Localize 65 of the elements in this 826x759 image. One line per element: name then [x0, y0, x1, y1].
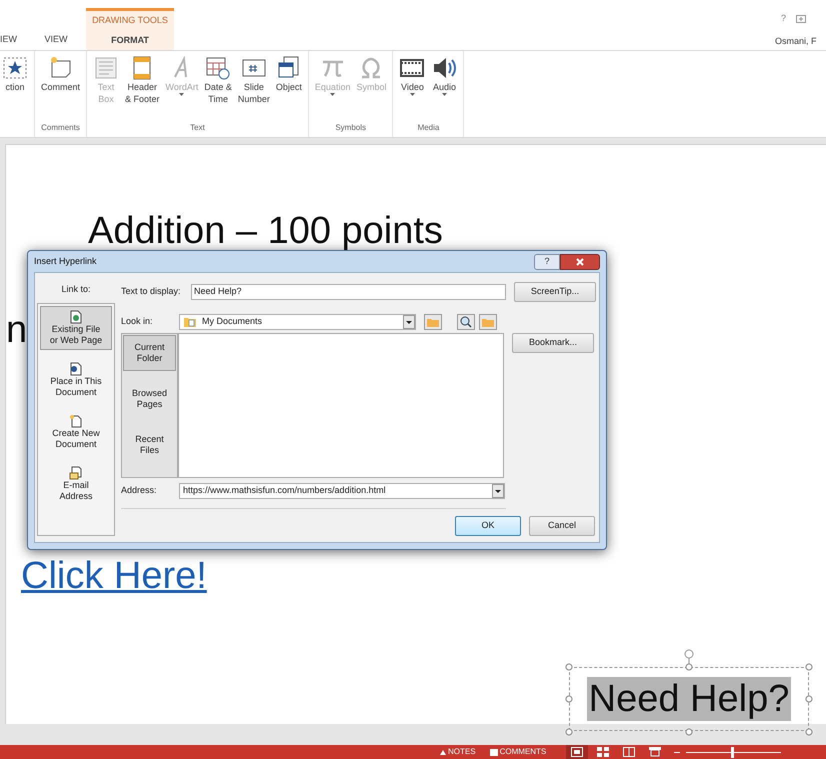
dropdown-value: My Documents	[202, 315, 264, 328]
ribbon-display-icon[interactable]	[796, 14, 806, 23]
folder-icon	[184, 317, 196, 327]
selection-handles-drawing[interactable]	[564, 647, 814, 737]
group-label: Comments	[40, 122, 81, 134]
slide-title: Addition – 100 points	[88, 209, 443, 254]
ribbon-button[interactable]: Comment	[39, 55, 82, 122]
link-to-option[interactable]: Place in This Document	[40, 358, 112, 402]
group-label: Text	[189, 122, 206, 134]
browse-tab[interactable]: Current Folder	[123, 335, 176, 371]
ribbon-button[interactable]: Date & Time	[202, 55, 234, 122]
slide-text: n	[6, 308, 28, 353]
close-icon	[576, 258, 584, 266]
comments-button[interactable]: COMMENTS	[490, 746, 546, 758]
normal-view-icon	[571, 747, 584, 757]
ribbon-button[interactable]: Video	[397, 55, 428, 122]
link-to-option[interactable]: Existing File or Web Page	[40, 306, 112, 350]
text-field[interactable]: Need Help?	[191, 284, 506, 300]
search-web-icon[interactable]	[457, 314, 475, 330]
close-button[interactable]	[560, 254, 600, 270]
dialog-title: Insert Hyperlink	[34, 254, 97, 268]
link-to-label: Link to:	[61, 283, 91, 296]
ribbon-button[interactable]: Audio	[429, 55, 460, 122]
group-label: Symbols	[334, 122, 368, 134]
screentip-button[interactable]: ScreenTip...	[514, 282, 596, 302]
group-label: Media	[416, 122, 440, 134]
zoom-slider-thumb[interactable]	[730, 746, 734, 758]
calendar-clock-icon	[205, 55, 232, 81]
new-document-icon	[69, 414, 83, 428]
address-field[interactable]: https://www.mathsisfun.com/numbers/addition.html	[179, 483, 505, 499]
link-to-option[interactable]: E-mail Address	[40, 462, 112, 506]
link-to-option[interactable]: Create New Document	[40, 410, 112, 454]
projector-icon	[649, 747, 662, 757]
field-label: Look in:	[121, 315, 154, 328]
document-envelope-icon	[69, 466, 83, 480]
help-button[interactable]: ?	[534, 254, 560, 270]
field-label: Text to display:	[121, 285, 182, 298]
bookmark-button[interactable]: Bookmark...	[512, 333, 594, 353]
contextual-header: DRAWING TOOLS	[92, 14, 168, 27]
speaker-icon	[431, 55, 458, 81]
ribbon-tab[interactable]: FORMAT	[111, 34, 149, 47]
cancel-button[interactable]: Cancel	[529, 516, 595, 536]
document-globe-icon	[69, 362, 83, 376]
look-in-dropdown[interactable]: My Documents	[179, 314, 416, 330]
ok-button[interactable]: OK	[455, 516, 521, 536]
browse-tab[interactable]: Recent Files	[123, 427, 176, 463]
book-icon	[623, 747, 636, 757]
text-box[interactable]: Need Help?	[569, 667, 809, 731]
notes-button[interactable]: NOTES	[440, 746, 476, 758]
text-box-text: Need Help?	[586, 677, 792, 721]
view-button[interactable]	[566, 745, 588, 759]
field-label: Address:	[121, 484, 158, 498]
user-name: Osmani, F	[775, 35, 817, 48]
ribbon-tab[interactable]: VIEW	[36, 32, 76, 46]
ribbon-button[interactable]: ction	[0, 55, 30, 137]
document-globe-icon	[69, 310, 83, 324]
browse-tab[interactable]: Browsed Pages	[123, 381, 176, 417]
help-button[interactable]: ?	[780, 12, 786, 26]
grid-icon	[597, 747, 610, 757]
hyperlink[interactable]: Click Here!	[21, 548, 207, 605]
ribbon-button[interactable]: Object	[274, 55, 304, 122]
ribbon-tab[interactable]: IEW	[0, 32, 24, 46]
ribbon-button[interactable]: Header & Footer	[123, 55, 162, 122]
ribbon-button[interactable]: Slide Number	[236, 55, 272, 122]
text-box-icon	[93, 55, 120, 81]
